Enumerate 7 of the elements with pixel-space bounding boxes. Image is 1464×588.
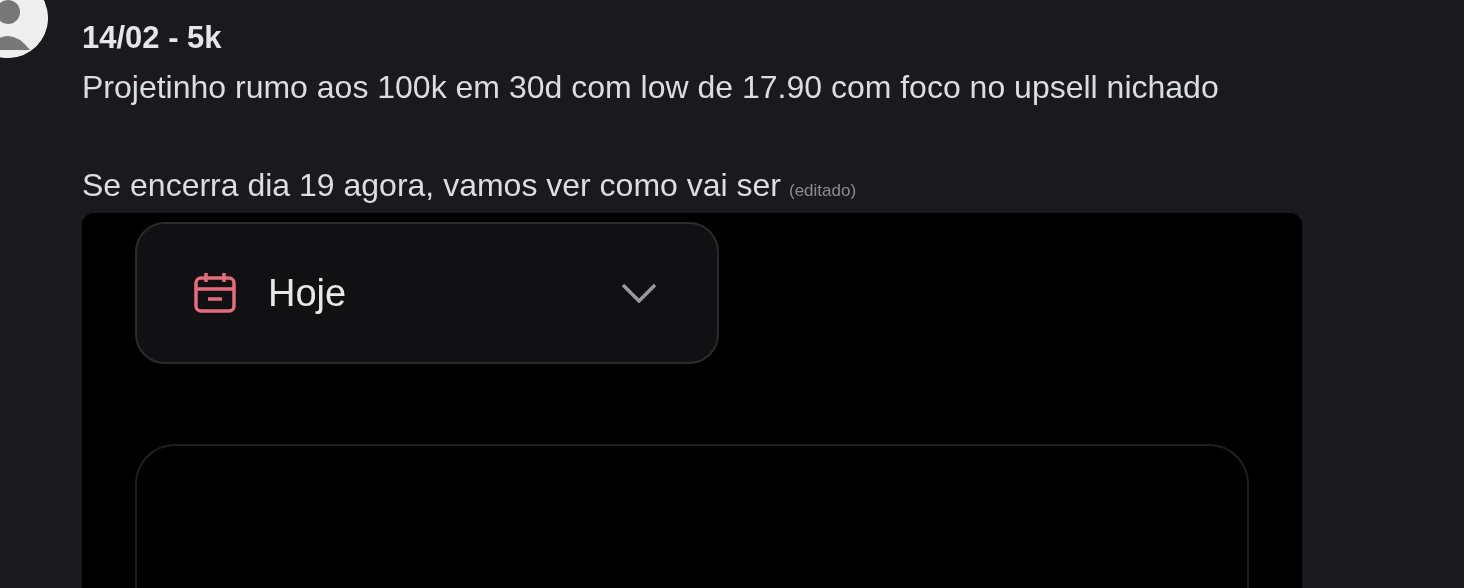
date-dropdown[interactable]: Hoje <box>135 222 719 364</box>
edited-label: (editado) <box>789 181 857 201</box>
calendar-icon <box>193 271 237 315</box>
chevron-down-icon <box>621 283 657 303</box>
message-text: Projetinho rumo aos 100k em 30d com low de 17.90 com foco no upsell nichado <box>82 68 1219 107</box>
message-text: Se encerra dia 19 agora, vamos ver como vai ser <box>82 166 781 205</box>
message-heading: 14/02 - 5k <box>82 19 222 57</box>
